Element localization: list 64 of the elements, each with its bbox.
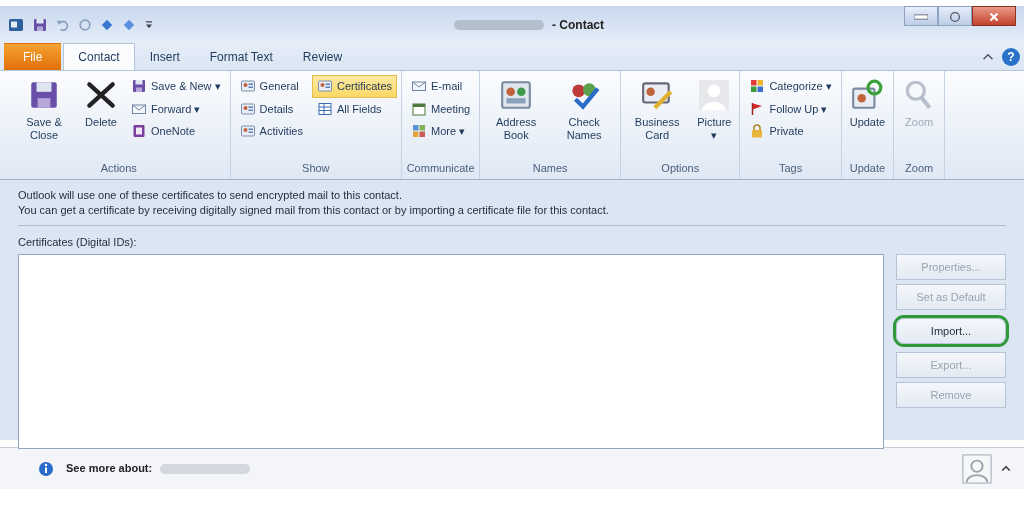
list-label: Certificates (Digital IDs): [18, 234, 137, 250]
group-label: Actions [99, 160, 138, 176]
contact-card-icon [239, 78, 256, 95]
people-pane-text: See more about: [66, 461, 153, 477]
ribbon-button[interactable]: Check Names [552, 75, 617, 145]
group-label: Names [531, 160, 569, 176]
diamond-icon [122, 18, 136, 32]
diamond-icon [100, 18, 114, 32]
grid-icon [411, 123, 428, 140]
color-squares-icon [749, 78, 766, 95]
description-text: You can get a certificate by receiving digitally signed mail from this contact or by importing a certificate file for this contact. [18, 203, 610, 219]
ribbon-button[interactable]: E-mail [406, 75, 476, 98]
undo-arrow-icon [56, 18, 70, 32]
ribbon-button[interactable]: Meeting [406, 97, 476, 120]
address-book-icon [499, 78, 534, 112]
dropdown-arrow-icon [144, 20, 154, 30]
ribbon-button[interactable]: Follow Up ▾ [744, 97, 837, 120]
ribbon-button[interactable]: Save & Close [12, 75, 76, 145]
app-icon [8, 17, 24, 33]
restore-button[interactable] [938, 6, 972, 26]
ribbon-button[interactable]: Forward ▾ [126, 97, 226, 120]
ribbon-button[interactable]: Save & New ▾ [126, 75, 226, 98]
ribbon-button[interactable]: Details [234, 97, 308, 120]
ribbon-tab[interactable]: Contact [63, 43, 135, 70]
table-icon [317, 100, 333, 117]
ribbon-button[interactable]: Private [744, 120, 837, 143]
contact-card-icon [239, 100, 256, 117]
group-label: Update [848, 160, 887, 176]
ribbon-button[interactable]: Delete [80, 75, 122, 132]
ribbon-button[interactable]: Address Book [484, 75, 549, 145]
restore-icon [948, 9, 962, 24]
notebook-icon [131, 123, 147, 140]
group-label: Options [660, 160, 701, 176]
window-title: - Contact [552, 17, 604, 34]
ribbon-button[interactable]: All Fields [312, 97, 398, 120]
ribbon-button[interactable]: Categorize ▾ [744, 75, 837, 98]
person-silhouette-icon [962, 453, 992, 484]
ribbon-button[interactable]: Business Card [625, 75, 690, 145]
ribbon-button[interactable]: More ▾ [406, 120, 476, 143]
ribbon-button[interactable]: Picture ▾ [693, 75, 736, 145]
ribbon-tab[interactable]: Insert [134, 43, 195, 70]
ribbon-tab[interactable]: Review [287, 43, 358, 70]
ribbon-button[interactable]: Certificates [312, 75, 398, 98]
contact-card-icon [317, 78, 333, 95]
group-label: Zoom [904, 160, 935, 176]
ribbon-button[interactable]: Activities [234, 120, 308, 143]
description-text: Outlook will use one of these certificates to send encrypted mail to this contact. [18, 188, 403, 203]
group-label: Communicate [406, 160, 476, 176]
ribbon-button[interactable]: Update [845, 75, 890, 132]
ribbon-button[interactable]: General [234, 75, 308, 98]
ribbon-tab[interactable]: Format Text [194, 43, 288, 70]
refresh-contact-icon [850, 78, 885, 112]
calendar-icon [411, 100, 428, 117]
group-label: Tags [777, 160, 804, 176]
contact-card-icon [239, 123, 256, 140]
person-silhouette-icon [697, 78, 732, 112]
certificate-action-button[interactable]: Import... [896, 318, 1006, 345]
ribbon-button[interactable]: OneNote [126, 120, 226, 143]
circle-icon [78, 18, 92, 32]
group-label: Show [301, 160, 331, 176]
help-icon[interactable]: ? [1002, 48, 1020, 66]
close-button[interactable] [972, 6, 1016, 26]
info-icon [38, 460, 54, 477]
minimize-button[interactable] [904, 6, 938, 26]
